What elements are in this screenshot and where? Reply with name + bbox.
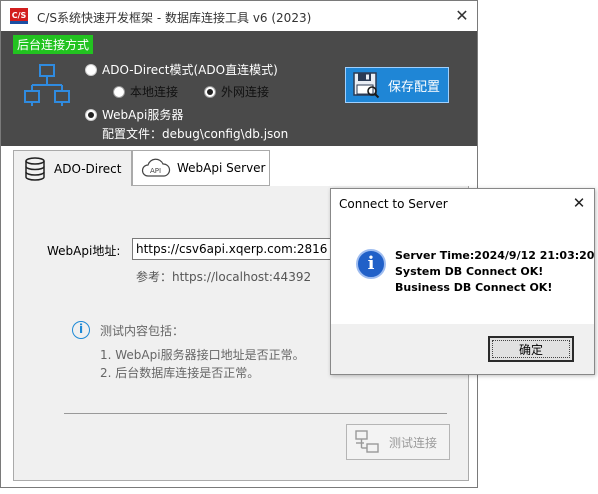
radio-local-dot[interactable] — [113, 85, 125, 98]
tip-item-1: 1. WebApi服务器接口地址是否正常。 — [100, 348, 305, 362]
tab-webapi-server[interactable]: API WebApi Server — [132, 150, 270, 186]
radio-ado-direct[interactable]: ADO-Direct模式(ADO直连模式) — [85, 61, 278, 78]
radio-webapi-server[interactable]: WebApi服务器 — [85, 106, 183, 123]
panel-divider — [64, 413, 447, 414]
tab-strip: ADO-Direct API WebApi Server — [13, 150, 469, 187]
webapi-address-input[interactable] — [132, 238, 332, 260]
dialog-business-db-status: Business DB Connect OK! — [395, 281, 553, 294]
network-test-icon — [355, 430, 379, 453]
database-icon — [25, 156, 45, 181]
api-cloud-icon: API — [141, 158, 171, 177]
info-circle-icon: i — [72, 321, 90, 339]
config-file-path: 配置文件：debug\config\db.json — [102, 127, 289, 141]
radio-webapi-label: WebApi服务器 — [102, 108, 184, 122]
radio-local-connection[interactable]: 本地连接 — [113, 83, 178, 100]
radio-local-label: 本地连接 — [130, 85, 179, 99]
dialog-title: Connect to Server — [339, 197, 448, 211]
radio-ado-direct-label: ADO-Direct模式(ADO直连模式) — [102, 63, 278, 77]
dialog-close-button[interactable]: ✕ — [569, 193, 589, 213]
connection-header: 后台连接方式 ADO-Direct模式(ADO直连模式) 本地连接 外网连接 W… — [1, 31, 477, 146]
floppy-save-icon — [353, 72, 380, 99]
app-logo-icon: C/S — [10, 8, 28, 24]
radio-webapi-dot[interactable] — [85, 108, 97, 121]
test-connection-label: 测试连接 — [389, 435, 438, 450]
svg-text:API: API — [150, 167, 161, 175]
tip-title: 测试内容包括： — [100, 324, 185, 338]
connect-dialog: Connect to Server ✕ i Server Time:2024/9… — [330, 188, 595, 375]
network-topology-icon — [24, 64, 70, 106]
reference-url-hint: 参考：https://localhost:44392 — [136, 270, 312, 284]
tip-item-2: 2. 后台数据库连接是否正常。 — [100, 366, 260, 380]
title-bar: C/S C/S系统快速开发框架 - 数据库连接工具 v6 (2023) ✕ — [1, 1, 477, 31]
tab-ado-direct-label: ADO-Direct — [54, 161, 122, 176]
radio-extranet-connection[interactable]: 外网连接 — [204, 83, 269, 100]
dialog-system-db-status: System DB Connect OK! — [395, 265, 544, 278]
test-connection-button[interactable]: 测试连接 — [346, 424, 450, 460]
radio-extranet-dot[interactable] — [204, 85, 216, 98]
dialog-content-area: Connect to Server ✕ i Server Time:2024/9… — [331, 189, 594, 324]
window-title: C/S系统快速开发框架 - 数据库连接工具 v6 (2023) — [37, 11, 312, 25]
tab-ado-direct[interactable]: ADO-Direct — [13, 150, 132, 187]
save-config-label: 保存配置 — [388, 79, 441, 95]
save-config-button[interactable]: 保存配置 — [345, 67, 449, 103]
webapi-address-label: WebApi地址: — [47, 244, 121, 258]
radio-ado-direct-dot[interactable] — [85, 63, 97, 76]
window-close-button[interactable]: ✕ — [451, 5, 473, 27]
connection-mode-label: 后台连接方式 — [13, 35, 94, 54]
radio-extranet-label: 外网连接 — [221, 85, 270, 99]
dialog-ok-button[interactable]: 确定 — [488, 336, 574, 362]
information-icon: i — [356, 249, 386, 279]
tab-webapi-label: WebApi Server — [177, 161, 266, 175]
dialog-server-time: Server Time:2024/9/12 21:03:20 — [395, 249, 595, 262]
